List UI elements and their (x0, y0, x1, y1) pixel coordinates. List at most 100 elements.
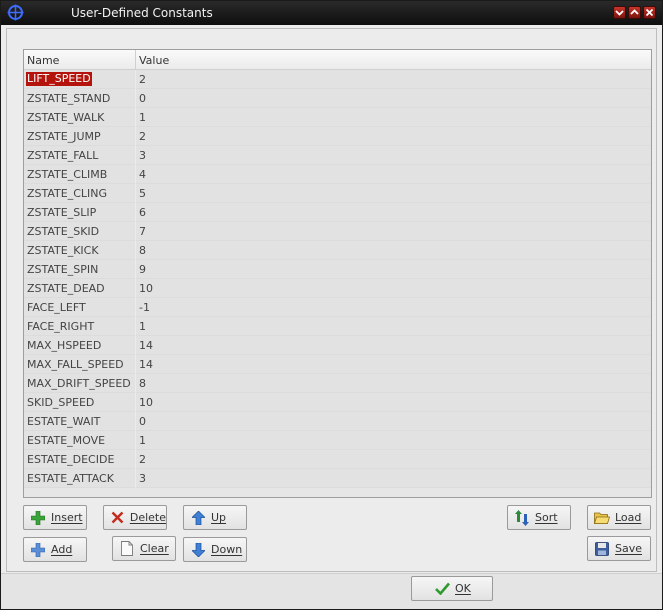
table-row[interactable]: FACE_RIGHT 1 (24, 317, 651, 336)
constant-value-cell[interactable]: 7 (139, 225, 146, 238)
constant-value-cell[interactable]: 2 (139, 130, 146, 143)
constant-value-cell[interactable]: 4 (139, 168, 146, 181)
arrow-up-icon (190, 510, 206, 526)
save-button[interactable]: Save (587, 536, 651, 561)
chevron-down-icon (615, 10, 624, 16)
table-row[interactable]: SKID_SPEED 10 (24, 393, 651, 412)
delete-button[interactable]: Delete (103, 505, 167, 530)
constant-value-cell[interactable]: 14 (139, 339, 153, 352)
close-icon (645, 8, 654, 17)
constant-name-cell[interactable]: ZSTATE_WALK (27, 111, 104, 124)
constant-name-cell[interactable]: ZSTATE_CLING (27, 187, 107, 200)
constant-value-cell[interactable]: 9 (139, 263, 146, 276)
constant-value-cell[interactable]: 10 (139, 396, 153, 409)
table-row[interactable]: ESTATE_DECIDE 2 (24, 450, 651, 469)
constant-name-cell[interactable]: SKID_SPEED (27, 396, 94, 409)
title-bar[interactable]: User-Defined Constants (1, 1, 662, 25)
column-divider[interactable] (135, 50, 136, 70)
constant-value-cell[interactable]: 6 (139, 206, 146, 219)
table-row[interactable]: ZSTATE_FALL 3 (24, 146, 651, 165)
table-row[interactable]: MAX_FALL_SPEED 14 (24, 355, 651, 374)
constant-name-cell[interactable]: ZSTATE_KICK (27, 244, 99, 257)
table-row[interactable]: LIFT_SPEED 2 (24, 70, 651, 89)
table-row[interactable]: ZSTATE_STAND 0 (24, 89, 651, 108)
load-label: Load (615, 511, 642, 524)
constant-name-cell[interactable]: ESTATE_WAIT (27, 415, 100, 428)
constant-value-cell[interactable]: 2 (139, 73, 146, 86)
load-button[interactable]: Load (587, 505, 651, 530)
constant-name-cell[interactable]: ZSTATE_SKID (27, 225, 99, 238)
cell-divider (135, 317, 136, 336)
constant-value-cell[interactable]: 8 (139, 244, 146, 257)
constant-value-cell[interactable]: 1 (139, 111, 146, 124)
table-row[interactable]: ZSTATE_SPIN 9 (24, 260, 651, 279)
table-row[interactable]: FACE_LEFT -1 (24, 298, 651, 317)
table-row[interactable]: ZSTATE_DEAD 10 (24, 279, 651, 298)
constant-name-cell[interactable]: ZSTATE_FALL (27, 149, 98, 162)
constant-name-cell[interactable]: ZSTATE_JUMP (27, 130, 101, 143)
add-button[interactable]: Add (23, 537, 87, 562)
sort-button[interactable]: Sort (507, 505, 571, 530)
constant-name-cell[interactable]: FACE_LEFT (27, 301, 86, 314)
constant-name-cell[interactable]: ESTATE_ATTACK (27, 472, 114, 485)
cell-divider (135, 469, 136, 488)
constant-value-cell[interactable]: 0 (139, 92, 146, 105)
constant-value-cell[interactable]: 1 (139, 434, 146, 447)
table-row[interactable]: ESTATE_MOVE 1 (24, 431, 651, 450)
column-header-value[interactable]: Value (139, 54, 169, 67)
table-row[interactable]: ESTATE_ATTACK 3 (24, 469, 651, 488)
table-row[interactable]: MAX_HSPEED 14 (24, 336, 651, 355)
ok-button[interactable]: OK (411, 576, 493, 601)
table-row[interactable]: ZSTATE_SKID 7 (24, 222, 651, 241)
column-header-name[interactable]: Name (27, 54, 59, 67)
table-row[interactable]: ZSTATE_CLING 5 (24, 184, 651, 203)
constant-value-cell[interactable]: 14 (139, 358, 153, 371)
constant-name-cell[interactable]: ZSTATE_SLIP (27, 206, 96, 219)
table-row[interactable]: ZSTATE_WALK 1 (24, 108, 651, 127)
constant-name-cell[interactable]: ESTATE_MOVE (27, 434, 105, 447)
constant-name-cell[interactable]: MAX_FALL_SPEED (27, 358, 124, 371)
constant-value-cell[interactable]: 1 (139, 320, 146, 333)
ok-label: OK (455, 582, 471, 595)
constant-value-cell[interactable]: 2 (139, 453, 146, 466)
constant-name-cell[interactable]: MAX_HSPEED (27, 339, 101, 352)
constant-name-cell[interactable]: ZSTATE_STAND (27, 92, 110, 105)
cell-divider (135, 184, 136, 203)
down-label: Down (211, 543, 243, 556)
shade-button[interactable] (613, 6, 626, 19)
maximize-button[interactable] (628, 6, 641, 19)
constant-value-cell[interactable]: 8 (139, 377, 146, 390)
table-row[interactable]: MAX_DRIFT_SPEED 8 (24, 374, 651, 393)
constant-name-cell[interactable]: ZSTATE_CLIMB (27, 168, 107, 181)
constant-name-cell[interactable]: ZSTATE_DEAD (27, 282, 105, 295)
table-body: LIFT_SPEED 2 ZSTATE_STAND 0 ZSTATE_WALK 1 ZSTA… (24, 70, 651, 488)
cell-divider (135, 260, 136, 279)
constant-name-cell[interactable]: ZSTATE_SPIN (27, 263, 98, 276)
clear-button[interactable]: Clear (112, 536, 176, 561)
constant-name-cell[interactable]: MAX_DRIFT_SPEED (27, 377, 131, 390)
table-row[interactable]: ESTATE_WAIT 0 (24, 412, 651, 431)
constants-table[interactable]: Name Value LIFT_SPEED 2 ZSTATE_STAND 0 ZSTAT… (23, 49, 652, 498)
table-row[interactable]: ZSTATE_CLIMB 4 (24, 165, 651, 184)
insert-label: Insert (51, 511, 83, 524)
move-up-button[interactable]: Up (183, 505, 247, 530)
constant-value-cell[interactable]: 3 (139, 149, 146, 162)
constant-value-cell[interactable]: 0 (139, 415, 146, 428)
move-down-button[interactable]: Down (183, 537, 247, 562)
constant-name-cell[interactable]: ESTATE_DECIDE (27, 453, 114, 466)
cell-divider (135, 241, 136, 260)
constant-value-cell[interactable]: 5 (139, 187, 146, 200)
constant-value-cell[interactable]: 3 (139, 472, 146, 485)
constant-name-cell[interactable]: LIFT_SPEED (26, 72, 92, 86)
cell-divider (135, 355, 136, 374)
folder-open-icon (594, 510, 610, 526)
constant-name-cell[interactable]: FACE_RIGHT (27, 320, 94, 333)
table-row[interactable]: ZSTATE_JUMP 2 (24, 127, 651, 146)
table-row[interactable]: ZSTATE_SLIP 6 (24, 203, 651, 222)
constant-value-cell[interactable]: -1 (139, 301, 150, 314)
constant-value-cell[interactable]: 10 (139, 282, 153, 295)
arrow-down-icon (190, 542, 206, 558)
insert-button[interactable]: Insert (23, 505, 87, 530)
close-button[interactable] (643, 6, 656, 19)
table-row[interactable]: ZSTATE_KICK 8 (24, 241, 651, 260)
